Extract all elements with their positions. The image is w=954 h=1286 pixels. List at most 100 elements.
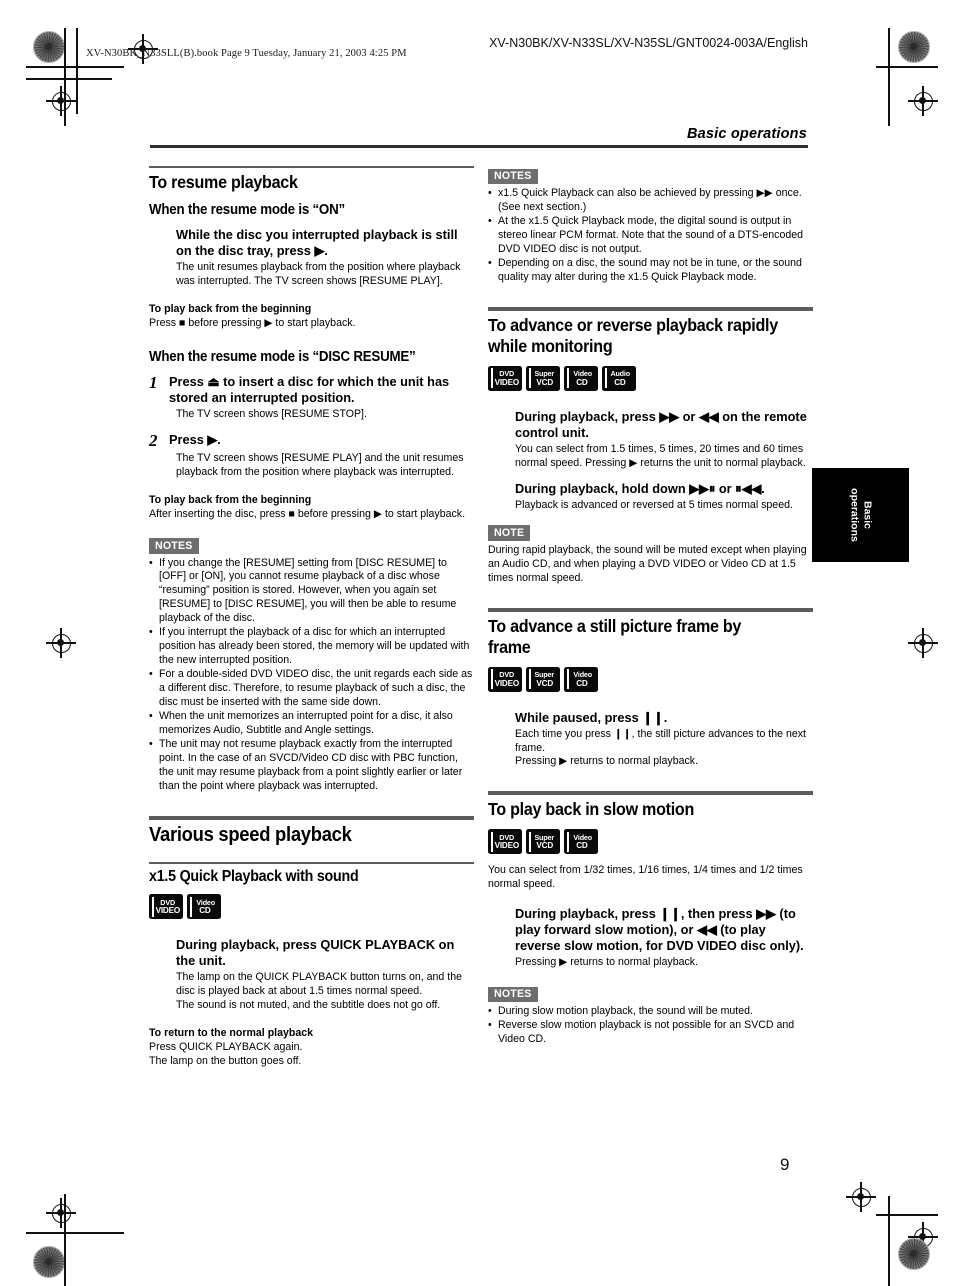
heading-advance-or-reverse-rapidly: To advance or reverse playback rapidly w… bbox=[488, 314, 778, 356]
halftone-circle-top-right bbox=[898, 31, 930, 63]
badge-line-2: VIDEO bbox=[494, 376, 519, 387]
note-item: For a double-sided DVD VIDEO disc, the u… bbox=[149, 668, 474, 710]
return-normal-playback-body-1: Press QUICK PLAYBACK again. bbox=[149, 1041, 303, 1054]
side-tab-label: Basic operations bbox=[848, 488, 874, 542]
advance-reverse-step-1-body: You can select from 1.5 times, 5 times, … bbox=[515, 442, 806, 469]
trim-line-top-right-b bbox=[888, 28, 890, 126]
play-from-beginning-head-2: To play back from the beginning bbox=[149, 493, 312, 506]
disc-badges-slow-motion: DVD VIDEO Super VCD Video CD bbox=[488, 829, 813, 855]
return-normal-playback-head: To return to the normal playback bbox=[149, 1027, 314, 1040]
disc-badges-quick-playback: DVD VIDEO Video CD bbox=[149, 894, 474, 920]
return-normal-playback-body-2: The lamp on the button goes off. bbox=[149, 1055, 302, 1068]
slow-motion-intro: You can select from 1/32 times, 1/16 tim… bbox=[488, 864, 803, 891]
disc-resume-step-2: 2 Press ▶. bbox=[149, 432, 474, 450]
registration-mark-bottom-left bbox=[46, 1198, 76, 1228]
badge-line-2: CD bbox=[199, 905, 212, 916]
rule-above-various-speed-playback bbox=[149, 815, 474, 820]
note-body-rapid-playback: During rapid playback, the sound will be… bbox=[488, 543, 807, 584]
chapter-rule bbox=[150, 145, 808, 148]
trim-line-bottom-right-a bbox=[876, 1214, 938, 1216]
rule-above-slow-motion bbox=[488, 791, 813, 796]
still-picture-step-body-1: Each time you press ❙❙, the still pictur… bbox=[515, 727, 806, 754]
badge-line-2: VCD bbox=[536, 840, 553, 851]
resume-on-step: While the disc you interrupted playback … bbox=[176, 227, 474, 289]
badge-line-2: CD bbox=[576, 376, 589, 387]
product-model-line: XV-N30BK/XV-N33SL/XV-N35SL/GNT0024-003A/… bbox=[489, 36, 808, 50]
halftone-circle-bottom-right bbox=[898, 1238, 930, 1270]
badge-dvd-video-icon: DVD VIDEO bbox=[149, 894, 183, 920]
trim-line-bottom-left-a bbox=[26, 1232, 124, 1234]
note-item: When the unit memorizes an interrupted p… bbox=[149, 710, 474, 738]
note-item: If you change the [RESUME] setting from … bbox=[149, 557, 474, 627]
chapter-title: Basic operations bbox=[686, 126, 807, 142]
resume-on-step-body: The unit resumes playback from the posit… bbox=[176, 261, 461, 288]
quick-playback-step-title: During playback, press QUICK PLAYBACK on… bbox=[176, 937, 455, 969]
note-item: The unit may not resume playback exactly… bbox=[149, 738, 474, 794]
side-tab-line2: operations bbox=[848, 488, 861, 542]
trim-line-top-left-a bbox=[26, 66, 124, 68]
disc-resume-step-1: 1 Press ⏏ to insert a disc for which the… bbox=[149, 374, 474, 406]
disc-badges-still-picture: DVD VIDEO Super VCD Video CD bbox=[488, 666, 813, 692]
step-1-body: The TV screen shows [RESUME STOP]. bbox=[176, 408, 367, 421]
badge-dvd-video-icon: DVD VIDEO bbox=[488, 829, 522, 855]
trim-line-bottom-right-b bbox=[888, 1196, 890, 1286]
book-file-line: XV-N30BK_N33SLL(B).book Page 9 Tuesday, … bbox=[86, 48, 407, 59]
trim-line-top-left-d bbox=[76, 28, 78, 114]
trim-line-top-left-c bbox=[26, 78, 112, 80]
badge-audio-cd-icon: Audio CD bbox=[602, 365, 636, 391]
badge-super-vcd-icon: Super VCD bbox=[526, 365, 560, 391]
note-item: x1.5 Quick Playback can also be achieved… bbox=[488, 187, 813, 215]
note-item: Reverse slow motion playback is not poss… bbox=[488, 1019, 813, 1047]
right-column: NOTES x1.5 Quick Playback can also be ac… bbox=[488, 166, 813, 1047]
note-label-rapid-playback: NOTE bbox=[488, 525, 531, 541]
badge-video-cd-icon: Video CD bbox=[564, 666, 598, 692]
advance-reverse-step-2-body: Playback is advanced or reversed at 5 ti… bbox=[515, 498, 793, 511]
badge-line-2: CD bbox=[614, 376, 627, 387]
quick-playback-step-body-1: The lamp on the QUICK PLAYBACK button tu… bbox=[176, 971, 462, 998]
side-tab-basic-operations: Basic operations bbox=[812, 468, 909, 562]
rule-above-still-picture bbox=[488, 607, 813, 612]
subheading-resume-mode-disc-resume: When the resume mode is “DISC RESUME” bbox=[149, 348, 416, 365]
slow-motion-step: During playback, press ❙❙, then press ▶▶… bbox=[515, 906, 813, 970]
play-from-beginning-body-1: Press ■ before pressing ▶ to start playb… bbox=[149, 316, 356, 329]
badge-line-2: VIDEO bbox=[494, 677, 519, 688]
play-from-beginning-body-2: After inserting the disc, press ■ before… bbox=[149, 507, 466, 520]
slow-motion-step-title: During playback, press ❙❙, then press ▶▶… bbox=[515, 906, 804, 954]
heading-to-resume-playback: To resume playback bbox=[149, 172, 298, 193]
rule-above-resume-playback bbox=[149, 166, 474, 169]
note-item: Depending on a disc, the sound may not b… bbox=[488, 257, 813, 285]
halftone-circle-top-left bbox=[33, 31, 65, 63]
trim-line-top-right-a bbox=[876, 66, 938, 68]
badge-line-2: VIDEO bbox=[155, 905, 180, 916]
notes-list-right-top: x1.5 Quick Playback can also be achieved… bbox=[488, 187, 813, 285]
badge-dvd-video-icon: DVD VIDEO bbox=[488, 365, 522, 391]
play-from-beginning-head-1: To play back from the beginning bbox=[149, 303, 312, 316]
heading-various-speed-playback: Various speed playback bbox=[149, 823, 352, 846]
step-number-1: 1 bbox=[149, 373, 158, 393]
notes-list-left: If you change the [RESUME] setting from … bbox=[149, 557, 474, 794]
badge-dvd-video-icon: DVD VIDEO bbox=[488, 666, 522, 692]
halftone-circle-bottom-left bbox=[33, 1246, 65, 1278]
step-2-title: Press ▶. bbox=[169, 431, 221, 447]
quick-playback-step-body-2: The sound is not muted, and the subtitle… bbox=[176, 999, 441, 1012]
badge-line-2: VIDEO bbox=[494, 840, 519, 851]
subheading-quick-playback: x1.5 Quick Playback with sound bbox=[149, 868, 359, 886]
still-picture-step-title: While paused, press ❙❙. bbox=[515, 709, 668, 725]
badge-line-2: CD bbox=[576, 677, 589, 688]
step-2-body: The TV screen shows [RESUME PLAY] and th… bbox=[176, 451, 464, 478]
notes-list-slow-motion: During slow motion playback, the sound w… bbox=[488, 1005, 813, 1047]
rule-above-quick-playback bbox=[149, 861, 474, 865]
rule-above-advance-reverse bbox=[488, 306, 813, 311]
advance-reverse-step-1: During playback, press ▶▶ or ◀◀ on the r… bbox=[515, 409, 813, 471]
registration-mark-left-middle bbox=[46, 628, 76, 658]
notes-label-slow-motion: NOTES bbox=[488, 986, 538, 1003]
advance-reverse-step-2: During playback, hold down ▶▶⏸ or ⏸◀◀. P… bbox=[515, 481, 813, 513]
heading-play-back-slow-motion: To play back in slow motion bbox=[488, 799, 695, 820]
still-picture-step-body-2: Pressing ▶ returns to normal playback. bbox=[515, 755, 699, 768]
chapter-header: Basic operations bbox=[150, 126, 808, 148]
advance-reverse-step-2-title: During playback, hold down ▶▶⏸ or ⏸◀◀. bbox=[515, 480, 765, 496]
registration-mark-right-middle bbox=[908, 628, 938, 658]
registration-mark-bottom-right bbox=[846, 1182, 876, 1212]
trim-line-top-left-b bbox=[64, 28, 66, 126]
badge-line-2: VCD bbox=[536, 376, 553, 387]
